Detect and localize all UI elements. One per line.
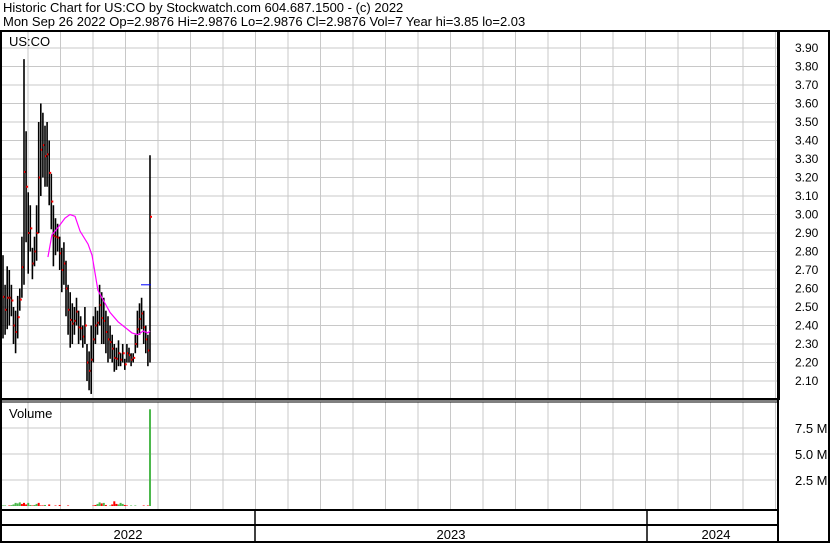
price-tick-label: 3.70: [795, 78, 819, 92]
close-marker: [133, 356, 136, 359]
volume-bar: [27, 502, 30, 506]
price-tick-label: 2.90: [795, 226, 819, 240]
close-marker: [17, 316, 20, 319]
price-tick-label: 2.50: [795, 300, 819, 314]
close-marker: [122, 352, 125, 355]
price-tick-label: 2.40: [795, 319, 819, 333]
close-marker: [51, 200, 54, 203]
volume-bar: [54, 505, 57, 506]
volume-bar: [8, 505, 11, 506]
volume-bar: [29, 504, 32, 506]
year-label: 2023: [437, 527, 466, 542]
close-marker: [150, 215, 152, 218]
price-tick-label: 3.50: [795, 115, 819, 129]
volume-bar: [123, 504, 126, 506]
volume-bar: [25, 504, 28, 506]
volume-bar: [39, 505, 42, 506]
volume-bar: [109, 505, 112, 506]
volume-bar: [10, 505, 13, 506]
volume-bar: [100, 503, 103, 506]
volume-bar: [41, 505, 44, 506]
volume-bar: [92, 505, 95, 506]
price-tick-label: 2.80: [795, 245, 819, 259]
volume-bar: [23, 502, 25, 506]
volume-label: Volume: [9, 406, 52, 421]
price-tick-label: 3.10: [795, 189, 819, 203]
volume-bar: [37, 502, 40, 506]
close-marker: [30, 227, 33, 230]
volume-bar: [125, 505, 128, 506]
close-marker: [11, 299, 14, 302]
volume-bar: [130, 505, 133, 506]
volume-bar: [58, 504, 61, 506]
close-marker: [84, 324, 87, 327]
volume-bar: [18, 502, 21, 506]
volume-bar: [20, 503, 23, 506]
volume-bar: [149, 409, 151, 506]
year-label: 2022: [114, 527, 143, 542]
volume-bar: [35, 503, 38, 506]
volume-bar: [98, 502, 101, 506]
price-chart: 3.90 3.80 3.70 3.60 3.50 3.40 3.30 3.20 3.10 3.00…: [0, 30, 830, 543]
volume-bar: [121, 503, 124, 506]
price-tick-label: 3.30: [795, 152, 819, 166]
volume-tick-label: 5.0 M: [795, 447, 828, 462]
volume-bar: [16, 503, 19, 506]
volume-tick-label: 2.5 M: [795, 473, 828, 488]
year-label: 2024: [702, 527, 731, 542]
price-tick-label: 2.60: [795, 282, 819, 296]
volume-bar: [117, 504, 120, 506]
volume-bar: [115, 503, 118, 506]
volume-bar: [44, 504, 46, 506]
volume-bar: [2, 505, 4, 506]
volume-bar: [113, 501, 116, 506]
volume-bar: [146, 505, 149, 506]
volume-bar: [102, 502, 105, 506]
price-tick-label: 2.70: [795, 263, 819, 277]
price-tick-label: 2.30: [795, 337, 819, 351]
volume-bar: [4, 505, 7, 506]
price-tick-label: 3.20: [795, 171, 819, 185]
volume-bar: [33, 504, 36, 506]
volume-bar: [31, 505, 34, 506]
price-tick-label: 3.40: [795, 134, 819, 148]
volume-bar: [67, 505, 70, 506]
price-tick-label: 3.00: [795, 208, 819, 222]
volume-bar: [48, 504, 51, 506]
volume-bar: [94, 504, 97, 506]
volume-bar: [119, 502, 122, 506]
volume-tick-label: 7.5 M: [795, 421, 828, 436]
close-marker: [26, 185, 29, 188]
price-tick-label: 2.10: [795, 374, 819, 388]
price-tick-label: 3.90: [795, 41, 819, 55]
volume-bar: [111, 504, 114, 506]
volume-bar: [134, 505, 137, 506]
close-marker: [19, 298, 22, 301]
volume-bar: [12, 504, 15, 506]
price-tick-label: 3.80: [795, 60, 819, 74]
close-marker: [49, 171, 52, 174]
price-tick-label: 2.20: [795, 356, 819, 370]
volume-bar: [14, 502, 17, 506]
volume-bar: [104, 504, 107, 506]
volume-bar: [142, 505, 145, 506]
symbol-label: US:CO: [9, 34, 50, 49]
volume-bar: [96, 503, 99, 506]
price-tick-label: 3.60: [795, 97, 819, 111]
close-marker: [124, 363, 127, 366]
